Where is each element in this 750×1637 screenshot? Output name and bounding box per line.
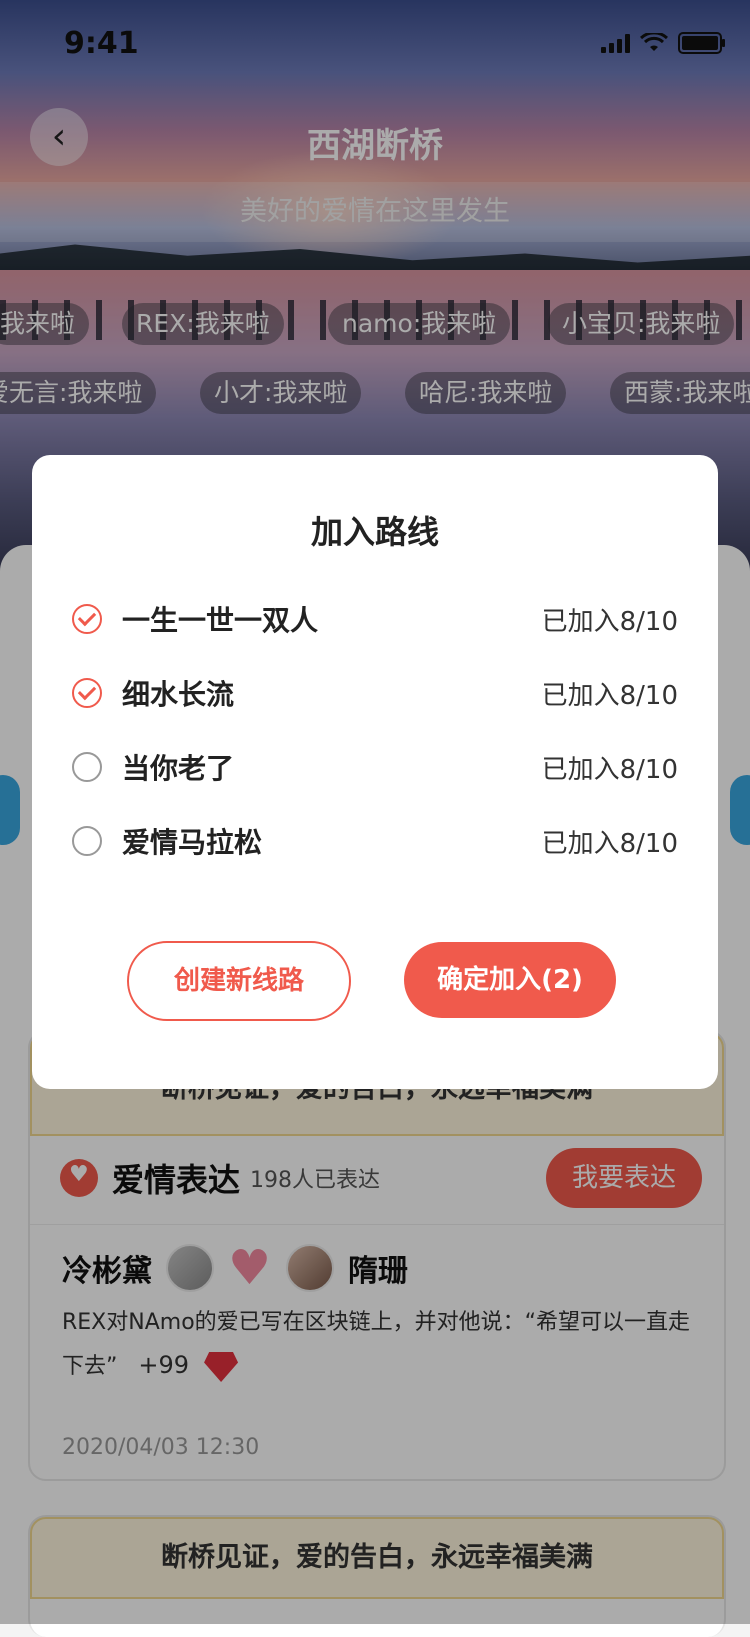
confirm-join-button[interactable]: 确定加入(2) bbox=[404, 942, 616, 1018]
modal-title: 加入路线 bbox=[310, 513, 439, 551]
route-name: 细水长流 bbox=[122, 678, 235, 711]
route-option[interactable]: 细水长流 已加入8/10 bbox=[72, 665, 678, 721]
route-option[interactable]: 爱情马拉松 已加入8/10 bbox=[72, 813, 678, 869]
route-name: 爱情马拉松 bbox=[122, 826, 263, 859]
create-route-button[interactable]: 创建新线路 bbox=[127, 941, 351, 1021]
checkbox-unchecked-icon[interactable] bbox=[72, 826, 102, 856]
join-route-modal: 加入路线 一生一世一双人 已加入8/10 细水长流 已加入8/10 当你老了 已… bbox=[32, 455, 718, 1089]
route-status: 已加入8/10 bbox=[541, 680, 678, 711]
checkbox-checked-icon[interactable] bbox=[72, 604, 102, 634]
checkbox-unchecked-icon[interactable] bbox=[72, 752, 102, 782]
route-name: 当你老了 bbox=[122, 752, 235, 785]
route-name: 一生一世一双人 bbox=[122, 604, 319, 637]
route-option[interactable]: 一生一世一双人 已加入8/10 bbox=[72, 591, 678, 647]
route-status: 已加入8/10 bbox=[541, 828, 678, 859]
route-status: 已加入8/10 bbox=[541, 754, 678, 785]
route-status: 已加入8/10 bbox=[541, 606, 678, 637]
route-option[interactable]: 当你老了 已加入8/10 bbox=[72, 739, 678, 795]
checkbox-checked-icon[interactable] bbox=[72, 678, 102, 708]
